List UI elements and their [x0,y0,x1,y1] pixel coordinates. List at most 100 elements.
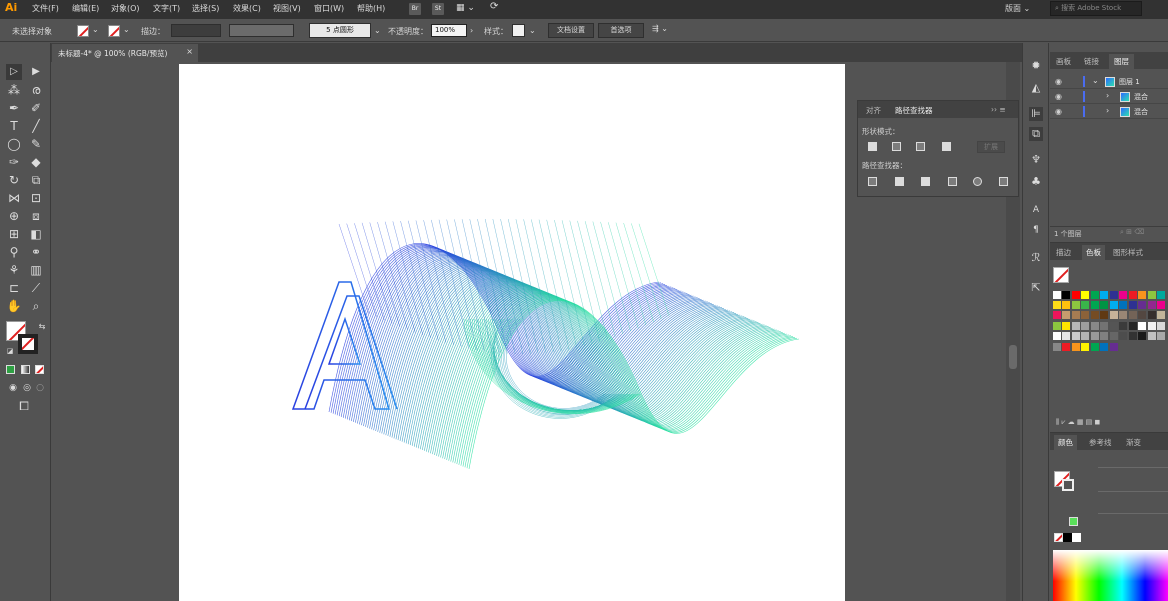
swatch-cell[interactable] [1100,332,1108,340]
layer-row[interactable]: ◉ › 混合 [1050,105,1168,119]
swatch-cell[interactable] [1119,291,1127,299]
default-colors-icon[interactable]: ◪ [2,343,18,359]
shape-builder-icon[interactable]: ⊕ [6,208,22,224]
swatch-cell[interactable] [1157,301,1165,309]
mesh-tool-icon[interactable]: ⊞ [6,226,22,242]
color-slider-2[interactable] [1098,491,1168,492]
align-icon[interactable]: ⊫ [1029,107,1043,121]
swatch-cell[interactable] [1110,332,1118,340]
arrange-documents-icon[interactable]: ▦ ⌄ [456,3,475,13]
slice-tool-icon[interactable]: ⟋ [28,280,44,296]
tab-layers[interactable]: 图层 [1109,54,1134,69]
swatch-footer-icons[interactable]: ⫼ ⩗ ☁ ▦ ▤ ◼ [1050,418,1168,432]
swatch-cell[interactable] [1081,322,1089,330]
eraser-icon[interactable]: ◆ [28,154,44,170]
artboard[interactable] [179,64,845,601]
swatch-cell[interactable] [1081,301,1089,309]
swatch-cell[interactable] [1148,322,1156,330]
tab-gradient[interactable]: 渐变 [1126,437,1141,448]
fill-dropdown-icon[interactable]: ⌄ [92,25,99,34]
color-mode-icon[interactable] [6,365,15,374]
swatch-cell[interactable] [1091,311,1099,319]
swatch-cell[interactable] [1053,301,1061,309]
swatch-cell[interactable] [1081,332,1089,340]
swatch-cell[interactable] [1100,343,1108,351]
document-setup-button[interactable]: 文档设置 [548,23,594,38]
menu-edit[interactable]: 编辑(E) [72,3,99,14]
style-dropdown-icon[interactable]: ⌄ [529,26,536,35]
swatch-grid[interactable] [1050,243,1168,363]
gradient-tool-icon[interactable]: ◧ [28,226,44,242]
tab-artboards[interactable]: 画板 [1056,56,1071,67]
swatch-cell[interactable] [1129,291,1137,299]
style-swatch[interactable] [512,24,525,37]
swatch-cell[interactable] [1091,332,1099,340]
swatch-cell[interactable] [1081,343,1089,351]
tab-links[interactable]: 链接 [1084,56,1099,67]
none-swatch[interactable] [1054,533,1063,542]
tab-guides[interactable]: 参考线 [1089,437,1112,448]
out-of-gamut-swatch[interactable] [1069,517,1078,526]
visibility-eye-icon[interactable]: ◉ [1055,77,1062,86]
scale-tool-icon[interactable]: ⧉ [28,172,44,188]
swatch-cell[interactable] [1072,322,1080,330]
lasso-icon[interactable]: ര [28,82,44,98]
swatch-cell[interactable] [1053,332,1061,340]
swatch-cell[interactable] [1062,343,1070,351]
color-stroke-box[interactable] [1062,479,1074,491]
layer-name[interactable]: 混合 [1134,107,1148,117]
swatch-cell[interactable] [1129,311,1137,319]
direct-selection-tool-icon[interactable]: ▶ [28,64,44,80]
hand-tool-icon[interactable]: ✋ [6,298,22,314]
line-tool-icon[interactable]: ╱ [28,118,44,134]
intersect-icon[interactable] [916,142,925,151]
selection-tool-icon[interactable]: ▷ [6,64,22,80]
color-slider-3[interactable] [1098,513,1168,514]
swatch-cell[interactable] [1091,301,1099,309]
close-icon[interactable]: × [186,47,193,56]
opentype-icon[interactable]: ℛ [1029,251,1043,265]
swatch-cell[interactable] [1081,291,1089,299]
menu-effect[interactable]: 效果(C) [233,3,261,14]
swatch-cell[interactable] [1157,291,1165,299]
swatch-cell[interactable] [1157,332,1165,340]
minus-front-icon[interactable] [892,142,901,151]
opacity-arrow-icon[interactable]: › [470,26,473,35]
layer-row[interactable]: ◉ ⌄ 图层 1 [1050,75,1168,89]
symbol-sprayer-icon[interactable]: ⚘ [6,262,22,278]
swatch-cell[interactable] [1138,291,1146,299]
tab-align[interactable]: 对齐 [866,105,881,116]
menu-type[interactable]: 文字(T) [153,3,180,14]
swatch-cell[interactable] [1157,311,1165,319]
free-transform-icon[interactable]: ⊡ [28,190,44,206]
menu-file[interactable]: 文件(F) [32,3,59,14]
draw-inside-icon[interactable]: ○ [32,380,48,396]
export-icon[interactable]: ⇱ [1029,281,1043,295]
expand-arrow-icon[interactable]: › [1106,91,1109,100]
swatch-cell[interactable] [1138,301,1146,309]
none-mode-icon[interactable] [35,365,44,374]
paragraph-icon[interactable]: ¶ [1029,223,1043,237]
ellipse-tool-icon[interactable]: ◯ [6,136,22,152]
paintbrush-icon[interactable]: ✎ [28,136,44,152]
swatch-cell[interactable] [1138,332,1146,340]
divide-icon[interactable] [868,177,877,186]
swatch-cell[interactable] [1138,322,1146,330]
brush-definition[interactable]: 5 点圆形 [309,23,371,38]
tab-pathfinder[interactable]: 路径查找器 [895,105,933,116]
zoom-tool-icon[interactable]: ⌕ [28,298,44,314]
swatch-cell[interactable] [1062,291,1070,299]
transparency-icon[interactable]: ♆ [1029,153,1043,167]
swatch-cell[interactable] [1110,343,1118,351]
layer-actions-icons[interactable]: ⌕ ⊞ ⌫ [1120,228,1144,237]
image-trace-icon[interactable]: ◭ [1029,81,1043,95]
pen-tool-icon[interactable]: ✒ [6,100,22,116]
character-icon[interactable]: A [1029,203,1043,217]
artboard-tool-icon[interactable]: ⊏ [6,280,22,296]
expand-arrow-icon[interactable]: ⌄ [1092,76,1099,85]
merge-icon[interactable] [921,177,930,186]
swatch-cell[interactable] [1091,322,1099,330]
swatch-cell[interactable] [1119,322,1127,330]
visibility-eye-icon[interactable]: ◉ [1055,107,1062,116]
trim-icon[interactable] [895,177,904,186]
